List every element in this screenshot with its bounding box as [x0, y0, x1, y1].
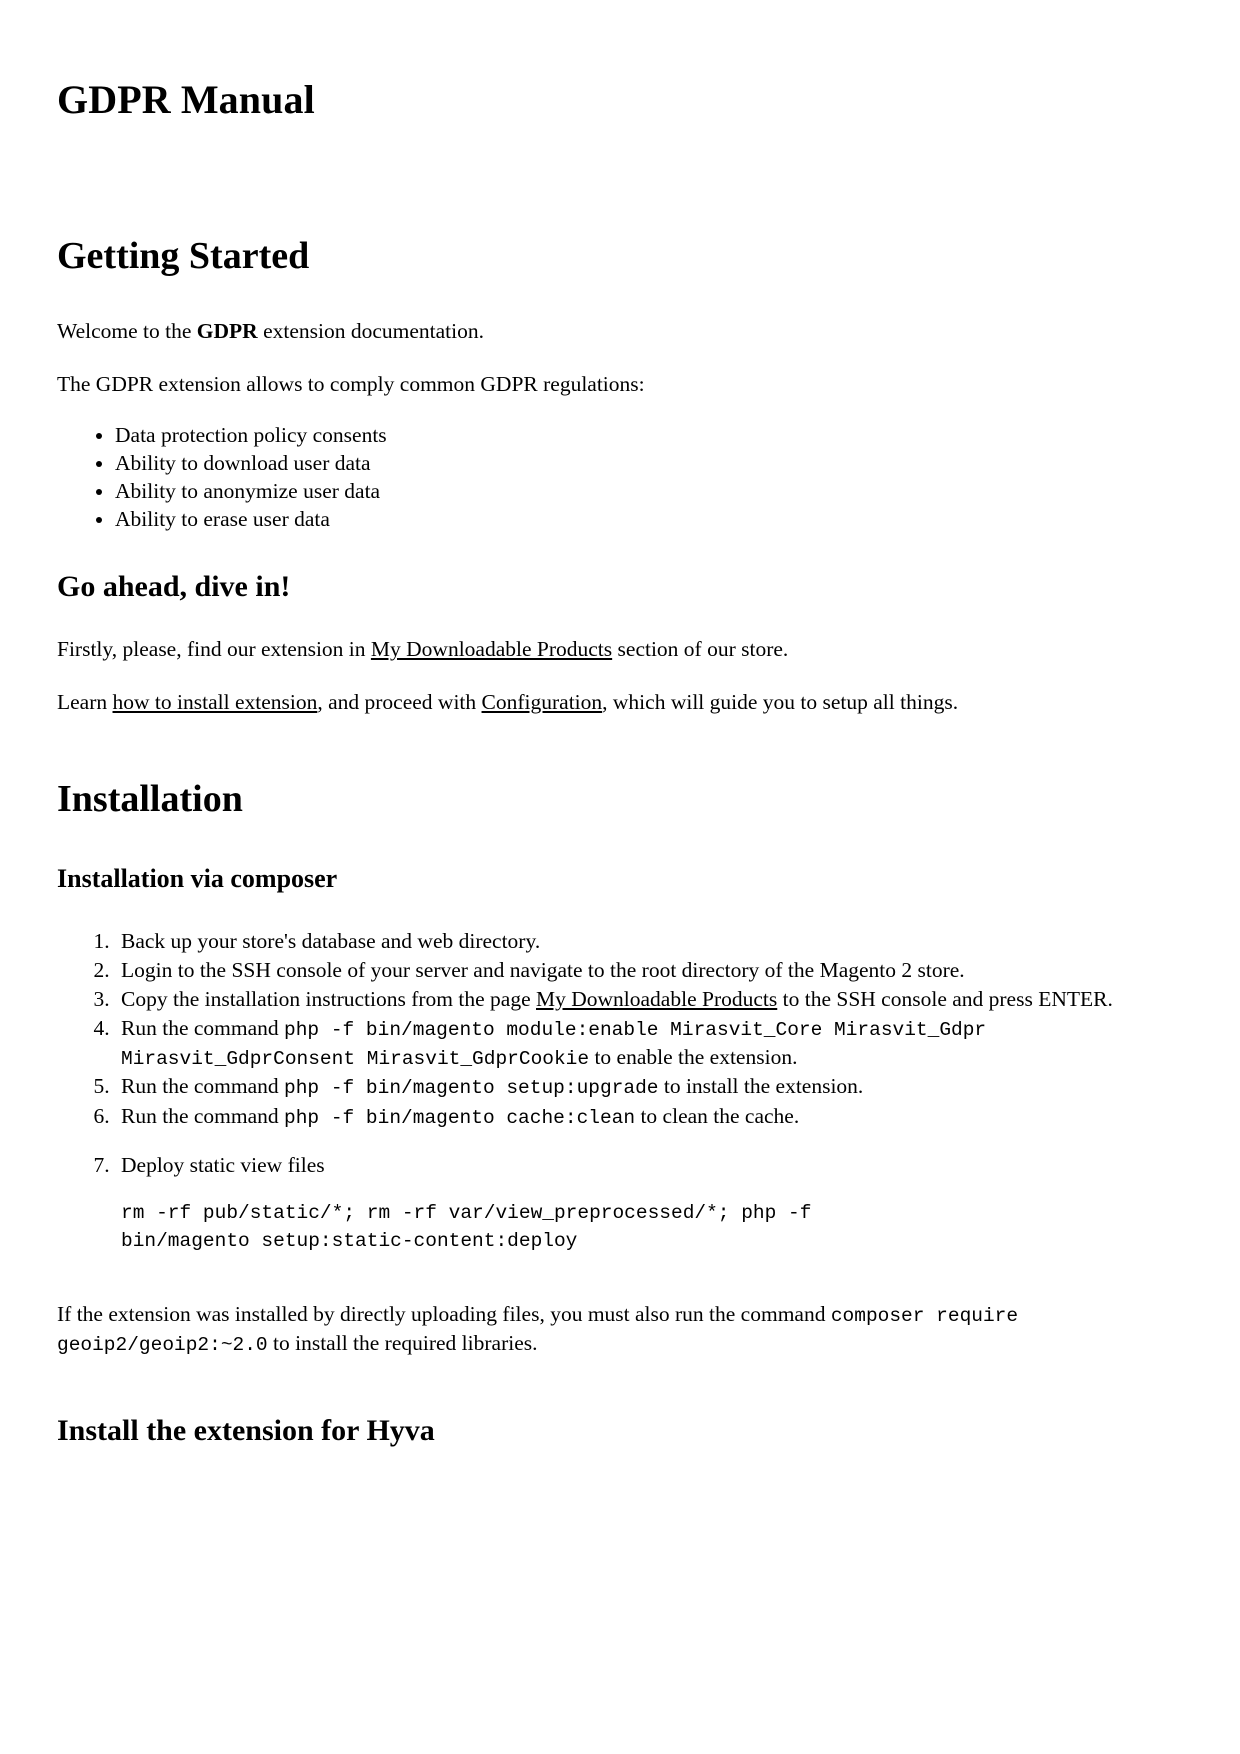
firstly-paragraph: Firstly, please, find our extension in M… [57, 635, 1178, 663]
list-item: Login to the SSH console of your server … [115, 956, 1178, 985]
step6-suffix: to clean the cache. [635, 1103, 800, 1128]
link-how-to-install-extension[interactable]: how to install extension [113, 690, 318, 714]
list-item: Ability to anonymize user data [115, 478, 1178, 506]
subsection-heading-installation-via-composer: Installation via composer [57, 863, 338, 893]
section-heading-installation: Installation [57, 778, 243, 821]
welcome-prefix: Welcome to the [57, 319, 197, 344]
link-configuration[interactable]: Configuration [482, 690, 603, 714]
installation-steps-list: Back up your store's database and web di… [57, 927, 1178, 1256]
deploy-static-view-files-code-block: rm -rf pub/static/*; rm -rf var/view_pre… [121, 1202, 824, 1252]
firstly-suffix: section of our store. [612, 637, 789, 662]
geoip-prefix: If the extension was installed by direct… [57, 1301, 831, 1326]
list-item: Run the command php -f bin/magento setup… [115, 1072, 1178, 1101]
list-item: Back up your store's database and web di… [115, 927, 1178, 956]
subsection-heading-dive-in: Go ahead, dive in! [57, 569, 291, 603]
step5-suffix: to install the extension. [658, 1074, 864, 1099]
list-item: Deploy static view files rm -rf pub/stat… [115, 1151, 1178, 1255]
document-page: GDPR Manual Getting Started Welcome to t… [0, 0, 1240, 1754]
list-item: Ability to erase user data [115, 506, 1178, 534]
learn-middle: , and proceed with [317, 689, 482, 714]
step6-prefix: Run the command [121, 1103, 285, 1128]
link-my-downloadable-products[interactable]: My Downloadable Products [536, 987, 777, 1011]
firstly-prefix: Firstly, please, find our extension in [57, 637, 371, 662]
list-item: Data protection policy consents [115, 422, 1178, 450]
intro-paragraph: The GDPR extension allows to comply comm… [57, 371, 645, 396]
learn-paragraph: Learn how to install extension, and proc… [57, 688, 1178, 716]
step6-command: php -f bin/magento cache:clean [284, 1106, 636, 1129]
list-item: Run the command php -f bin/magento cache… [115, 1102, 1178, 1131]
step5-prefix: Run the command [121, 1074, 285, 1099]
list-item: Run the command php -f bin/magento modul… [115, 1014, 1178, 1073]
step4-suffix: to enable the extension. [589, 1045, 798, 1070]
welcome-suffix: extension documentation. [257, 319, 484, 344]
list-item: Copy the installation instructions from … [115, 985, 1178, 1014]
link-my-downloadable-products[interactable]: My Downloadable Products [371, 637, 612, 661]
step7-label: Deploy static view files [121, 1153, 325, 1178]
subsection-heading-install-for-hyva: Install the extension for Hyva [57, 1413, 435, 1447]
section-heading-getting-started: Getting Started [57, 234, 310, 277]
step5-command: php -f bin/magento setup:upgrade [284, 1077, 659, 1100]
welcome-bold-term: GDPR [196, 319, 258, 344]
page-title: GDPR Manual [57, 77, 315, 122]
step4-prefix: Run the command [121, 1015, 285, 1040]
list-item: Ability to download user data [115, 450, 1178, 478]
geoip-suffix: to install the required libraries. [267, 1331, 538, 1356]
learn-prefix: Learn [57, 689, 113, 714]
learn-suffix: , which will guide you to setup all thin… [602, 689, 959, 714]
feature-list: Data protection policy consents Ability … [57, 422, 1178, 534]
welcome-paragraph: Welcome to the GDPR extension documentat… [57, 317, 1178, 345]
step3-prefix: Copy the installation instructions from … [121, 986, 536, 1011]
geoip-paragraph: If the extension was installed by direct… [57, 1300, 1178, 1359]
step3-suffix: to the SSH console and press ENTER. [777, 986, 1113, 1011]
